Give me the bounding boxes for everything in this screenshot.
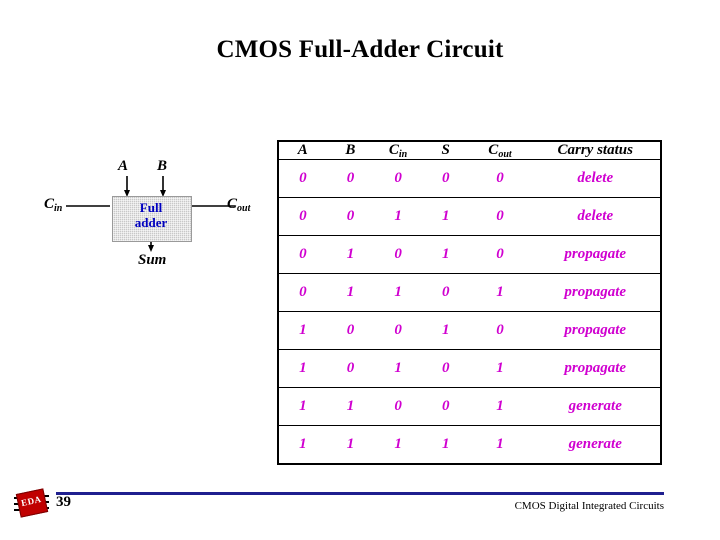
cell-b: 0 [326, 159, 375, 199]
table-row: 0 0 0 0 0 delete [279, 159, 660, 199]
header-b: B [326, 142, 375, 160]
header-cin: Cin [374, 142, 422, 160]
cell-b: 1 [326, 235, 375, 275]
cell-cin: 0 [374, 235, 422, 275]
header-s-main: S [441, 142, 450, 158]
full-adder-block-diagram: Full adder A B Cin Cout Sum [30, 150, 280, 280]
block-label-line1: Full [139, 200, 163, 215]
cell-a: 1 [279, 311, 327, 351]
cell-a: 1 [299, 436, 307, 453]
cell-status: propagate [530, 349, 660, 389]
header-a-main: A [297, 142, 308, 158]
block-label-line2: adder [134, 215, 168, 230]
cell-a: 1 [279, 387, 327, 427]
cell-cin: 0 [374, 311, 422, 351]
cell-s: 1 [421, 235, 470, 275]
cell-status: propagate [530, 273, 660, 313]
truth-table: A B Cin S Cout Carry status 0 0 0 0 0 de… [279, 142, 660, 463]
cell-cout: 1 [469, 349, 531, 389]
table-row: 1 1 1 1 1 generate [279, 426, 660, 463]
cell-s: 0 [421, 159, 470, 199]
cell-cout: 0 [469, 235, 531, 275]
cell-b: 0 [326, 349, 375, 389]
footer-course-text: CMOS Digital Integrated Circuits [514, 500, 664, 512]
cell-s: 0 [421, 387, 470, 427]
header-a: A [279, 142, 327, 160]
slide-root: CMOS Full-Adder Circuit Full adder A B C… [0, 0, 720, 540]
cell-b: 0 [326, 311, 375, 351]
header-cout-main: C [488, 142, 499, 158]
cell-cin: 1 [374, 273, 422, 313]
cell-s: 0 [421, 349, 470, 389]
diagram-label-cin: Cin [44, 196, 63, 214]
cell-s: 1 [421, 197, 470, 237]
table-row: 0 1 1 0 1 propagate [279, 273, 660, 313]
header-cin-main: C [388, 142, 399, 158]
cell-s: 1 [441, 436, 450, 453]
cell-cout: 1 [469, 273, 531, 313]
table-header-row: A B Cin S Cout Carry status [279, 142, 660, 160]
cout-sub: out [237, 203, 251, 214]
header-carry-status: Carry status [530, 142, 660, 160]
page-title: CMOS Full-Adder Circuit [216, 36, 504, 63]
cell-cout: 1 [469, 387, 531, 427]
cell-b: 1 [326, 273, 375, 313]
diagram-label-cout: Cout [227, 196, 251, 214]
header-s: S [421, 142, 470, 160]
eda-logo: EDA [14, 487, 50, 519]
cell-cout: 0 [469, 159, 531, 199]
truth-table-body: 0 0 0 0 0 delete 0 0 1 1 0 delete 0 1 0 … [279, 159, 660, 464]
truth-table-container: A B Cin S Cout Carry status 0 0 0 0 0 de… [277, 140, 662, 465]
cell-b: 1 [346, 436, 355, 453]
cell-a: 0 [279, 235, 327, 275]
header-carry-status-main: Carry status [557, 142, 633, 158]
cell-cin: 1 [374, 197, 422, 237]
cell-a: 1 [279, 349, 327, 389]
diagram-label-sum: Sum [138, 252, 167, 268]
header-cin-sub: in [398, 149, 408, 160]
truth-table-head: A B Cin S Cout Carry status [279, 142, 660, 160]
cell-cin: 0 [374, 159, 422, 199]
header-cout: Cout [469, 142, 531, 160]
cell-s: 1 [421, 311, 470, 351]
table-row: 0 1 0 1 0 propagate [279, 235, 660, 275]
table-row: 1 1 0 0 1 generate [279, 387, 660, 427]
cin-sub: in [54, 203, 63, 214]
footer-divider [56, 492, 664, 495]
table-row: 0 0 1 1 0 delete [279, 197, 660, 237]
cell-cout: 0 [469, 311, 531, 351]
cell-cin: 1 [374, 349, 422, 389]
cin-main: C [44, 196, 55, 212]
cell-status: propagate [530, 311, 660, 351]
table-row: 1 0 1 0 1 propagate [279, 349, 660, 389]
cell-cin: 0 [374, 387, 422, 427]
cell-cin: 1 [394, 436, 402, 453]
cell-b: 1 [326, 387, 375, 427]
diagram-label-a: A [118, 158, 129, 174]
cell-a: 0 [279, 273, 327, 313]
cell-b: 0 [326, 197, 375, 237]
cell-status: propagate [530, 235, 660, 275]
page-number: 39 [56, 494, 71, 510]
cell-s: 0 [421, 273, 470, 313]
header-b-main: B [345, 142, 356, 158]
cell-status: generate [530, 387, 660, 427]
cell-status: delete [530, 197, 660, 237]
header-cout-sub: out [498, 149, 512, 160]
cell-a: 0 [279, 159, 327, 199]
cell-cout: 1 [496, 436, 504, 453]
cell-status: generate [568, 436, 622, 453]
diagram-label-b: B [157, 158, 168, 174]
table-row: 1 0 0 1 0 propagate [279, 311, 660, 351]
full-adder-block-label: Full adder [112, 200, 190, 230]
cell-a: 0 [279, 197, 327, 237]
cell-status: delete [530, 159, 660, 199]
cell-cout: 0 [469, 197, 531, 237]
cout-main: C [227, 196, 238, 212]
